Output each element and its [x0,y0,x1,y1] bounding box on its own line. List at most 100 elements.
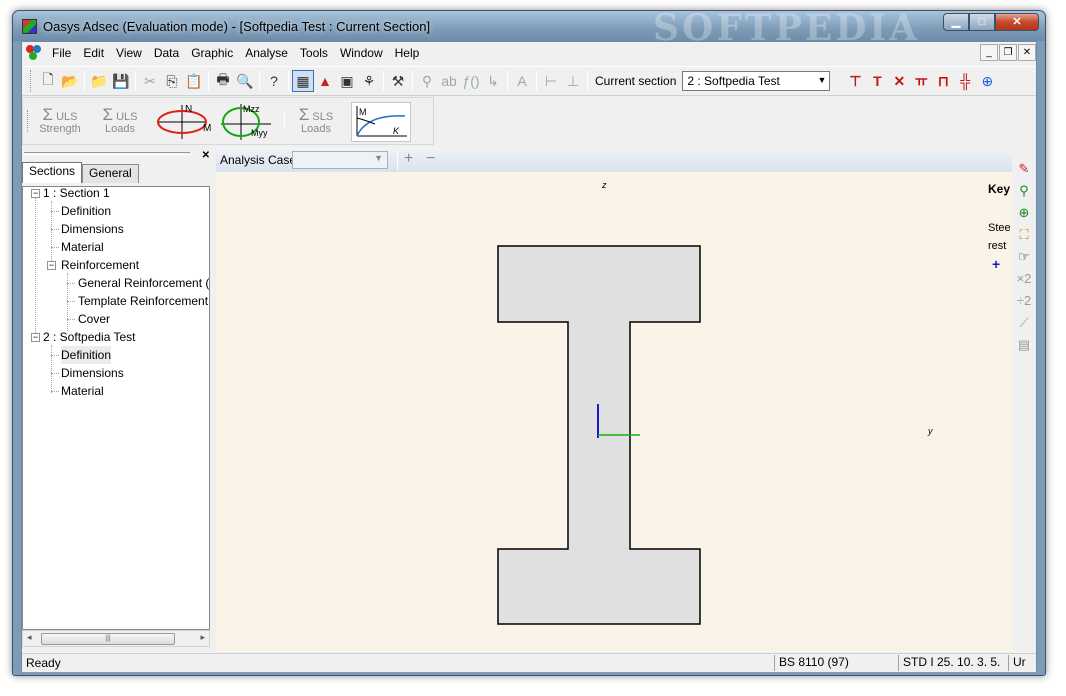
menu-view[interactable]: View [110,42,148,64]
tree-section-1[interactable]: 1 : Section 1 [43,187,110,202]
section-channel-icon[interactable]: ㅠ [910,70,932,92]
scale-up-icon[interactable]: ×2 [1012,268,1036,290]
moment-curvature-button[interactable]: M K [351,102,411,142]
toolbar2-grip[interactable] [27,110,30,132]
menu-graphic[interactable]: Graphic [185,42,239,64]
cut-icon[interactable]: ✂ [139,70,161,92]
sls-loads-button[interactable]: Σ SLS Loads [289,102,343,142]
sections-panel: ✕ Sections General − 1 : Section 1 Defin… [22,148,212,653]
grid-view-icon[interactable]: ▦ [292,70,314,92]
tree-definition[interactable]: Definition [61,202,111,220]
scroll-right-icon[interactable]: ▸ [200,632,205,643]
save-icon[interactable]: 💾 [110,70,132,92]
uls-loads-button[interactable]: Σ ULS Loads [95,102,145,142]
zoom-out-icon[interactable]: ⚲ [1012,180,1036,202]
tree-icon[interactable]: ⚘ [358,70,380,92]
labels-icon[interactable]: ▣ [336,70,358,92]
document-icon[interactable] [26,45,42,61]
menu-file[interactable]: File [46,42,77,64]
client-area: File Edit View Data Graphic Analyse Tool… [21,41,1037,672]
mdi-minimize-button[interactable]: _ [980,44,998,61]
section-t-icon[interactable]: T [866,70,888,92]
mzz-label: Mzz [243,104,260,114]
function-icon[interactable]: ƒ() [460,70,482,92]
collapse-icon[interactable]: − [31,189,40,198]
print-icon[interactable]: 🖶 [212,70,234,92]
tree-template-reinforcement[interactable]: Template Reinforcement [78,292,208,310]
menu-data[interactable]: Data [148,42,185,64]
menu-help[interactable]: Help [389,42,426,64]
tree-dimensions[interactable]: Dimensions [61,364,124,382]
tree-reinforcement[interactable]: Reinforcement [61,256,139,274]
title-bar[interactable]: Oasys Adsec (Evaluation mode) - [Softped… [13,7,1045,49]
mdi-close-button[interactable]: ✕ [1018,44,1036,61]
analysis-case-label: Analysis Case [220,153,297,167]
menu-edit[interactable]: Edit [77,42,110,64]
uls-strength-button[interactable]: Σ ULS Strength [35,102,85,142]
find-icon[interactable]: ⚲ [416,70,438,92]
scroll-thumb[interactable]: ||| [41,633,175,645]
current-section-select[interactable]: 2 : Softpedia Test ▼ [682,71,831,91]
pan-icon[interactable]: ☞ [1012,246,1036,268]
pencil-icon[interactable]: ✎ [1012,158,1036,180]
nm-interaction-button[interactable]: N M [155,102,213,142]
help-icon[interactable]: ? [263,70,285,92]
tree-cover[interactable]: Cover [78,310,110,328]
wizard-icon[interactable]: ⚒ [387,70,409,92]
section-box-icon[interactable]: ⊓ [932,70,954,92]
chart-icon[interactable]: ⟋ [1012,312,1036,334]
sigma-icon: Σ [298,105,310,124]
menu-window[interactable]: Window [334,42,389,64]
section-tee-icon[interactable]: ⊤ [844,70,866,92]
menu-analyse[interactable]: Analyse [239,42,294,64]
replace-icon[interactable]: ab [438,70,460,92]
tree-material[interactable]: Material [61,238,104,256]
collapse-icon[interactable]: − [31,333,40,342]
scroll-left-icon[interactable]: ◂ [27,632,32,643]
tree-material[interactable]: Material [61,382,104,400]
tree-general-reinforcement[interactable]: General Reinforcement ( [78,274,209,292]
menu-tools[interactable]: Tools [294,42,334,64]
tab-sections[interactable]: Sections [22,162,83,183]
horizontal-scrollbar[interactable]: ◂ ||| ▸ [22,630,210,647]
paste-icon[interactable]: 📋 [183,70,205,92]
close-button[interactable]: ✕ [995,13,1039,31]
text-icon[interactable]: A [511,70,533,92]
minimize-button[interactable]: ▁ [943,13,969,31]
current-section-label: Current section [595,74,677,88]
analysis-case-select[interactable]: ▼ [292,151,388,169]
collapse-icon[interactable]: − [47,261,56,270]
section-circle-icon[interactable]: ⊕ [976,70,998,92]
dimension-v-icon[interactable]: ⊥ [562,70,584,92]
zoom-in-icon[interactable]: ⊕ [1012,202,1036,224]
uls-label: ULS [56,111,78,123]
panel-grip[interactable] [24,152,190,155]
scale-down-icon[interactable]: ÷2 [1012,290,1036,312]
new-file-icon[interactable]: 🗋 [37,70,59,92]
myy-mzz-button[interactable]: Mzz Myy [219,102,275,142]
tab-general[interactable]: General [82,164,139,183]
remove-case-icon[interactable]: − [426,150,435,168]
tree-dimensions[interactable]: Dimensions [61,220,124,238]
mdi-restore-button[interactable]: ❐ [999,44,1017,61]
loads-label: Loads [105,123,135,135]
print-preview-icon[interactable]: 🔍 [234,70,256,92]
copy-icon[interactable]: ⎘ [161,70,183,92]
add-case-icon[interactable]: + [404,150,413,168]
toolbar-grip[interactable] [30,70,33,92]
report-icon[interactable]: ▤ [1012,334,1036,356]
goto-icon[interactable]: ↳ [482,70,504,92]
dimension-h-icon[interactable]: ⊢ [540,70,562,92]
tree-definition-selected[interactable]: Definition [61,346,112,364]
maximize-button[interactable]: □ [969,13,995,31]
tree-section-2[interactable]: 2 : Softpedia Test [43,328,136,346]
section-cross-icon[interactable]: ╬ [954,70,976,92]
open-icon[interactable]: 📁 [88,70,110,92]
open-folder-icon[interactable]: 📂 [59,70,81,92]
section-canvas[interactable]: z y Key Steel rest + [216,172,1012,652]
section-x-icon[interactable]: ✕ [888,70,910,92]
zoom-fit-icon[interactable]: ⛶ [1012,224,1036,246]
status-ready: Ready [26,656,61,670]
graphic-view-icon[interactable]: ▲ [314,70,336,92]
panel-close-icon[interactable]: ✕ [202,150,210,161]
